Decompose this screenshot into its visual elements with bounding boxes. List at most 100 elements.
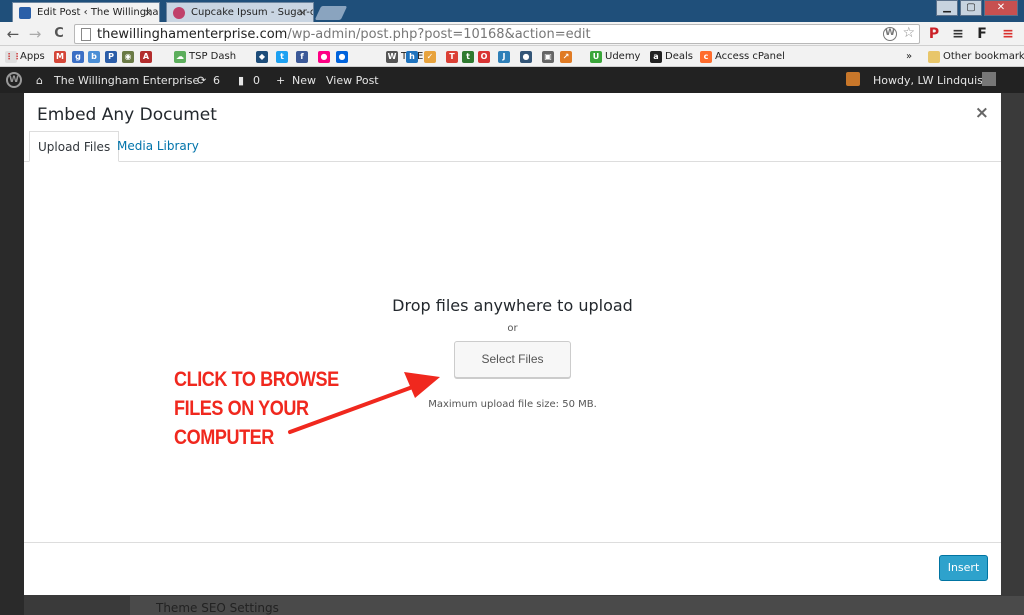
select-files-button[interactable]: Select Files xyxy=(454,341,571,378)
bookmark-item[interactable]: ● xyxy=(336,49,348,64)
facebook-icon: f xyxy=(296,50,308,63)
flickr-icon: ● xyxy=(318,50,330,63)
bookmark-item[interactable]: b xyxy=(88,49,100,64)
bookmark-item[interactable]: c Access cPanel xyxy=(700,49,785,64)
bing-icon: b xyxy=(88,50,100,63)
bookmark-item[interactable]: M xyxy=(54,49,66,64)
url-text[interactable]: thewillinghamenterprise.com/wp-admin/pos… xyxy=(97,27,591,42)
cpanel-icon: c xyxy=(700,50,712,63)
avatar[interactable] xyxy=(982,72,996,86)
window-controls: ▁ ▢ ✕ xyxy=(936,0,1018,16)
comments-icon[interactable]: ▮ xyxy=(238,74,244,87)
comments-count[interactable]: 0 xyxy=(253,74,260,87)
annotation-line-2: FILES ON YOUR xyxy=(174,397,309,420)
bookmark-item[interactable]: t xyxy=(276,49,288,64)
forward-button[interactable]: → xyxy=(26,25,44,43)
w-icon: W xyxy=(386,50,398,63)
annotation-callout: CLICK TO BROWSE FILES ON YOUR COMPUTER xyxy=(174,365,339,452)
bookmark-label: Access cPanel xyxy=(715,51,785,62)
camera-icon: ◉ xyxy=(122,50,134,63)
buffer-icon[interactable]: ≡ xyxy=(950,26,966,42)
back-button[interactable]: ← xyxy=(4,25,22,43)
bookmark-item[interactable]: ● xyxy=(520,49,532,64)
h-icon: h xyxy=(406,50,418,63)
bookmark-item[interactable]: O xyxy=(478,49,490,64)
bookmark-item[interactable]: U Udemy xyxy=(590,49,640,64)
home-icon: ⌂ xyxy=(36,74,43,87)
tab-media-library[interactable]: Media Library xyxy=(109,131,207,162)
annotation-line-3: COMPUTER xyxy=(174,426,274,449)
close-tab-icon[interactable]: × xyxy=(298,6,307,19)
bookmark-item[interactable]: ↗ xyxy=(560,49,572,64)
bookmark-item[interactable]: g xyxy=(72,49,84,64)
maximize-button[interactable]: ▢ xyxy=(960,0,982,16)
bookmark-label: Udemy xyxy=(605,51,641,62)
chart-icon: ↗ xyxy=(560,50,572,63)
bookmark-item[interactable]: ☁ TSP Dash xyxy=(174,49,236,64)
flickr-blue-icon: ● xyxy=(336,50,348,63)
close-modal-button[interactable]: × xyxy=(975,103,989,123)
updates-count[interactable]: 6 xyxy=(213,74,220,87)
bookmark-item[interactable]: J xyxy=(498,49,510,64)
feedly-icon[interactable]: F xyxy=(974,26,990,42)
wordpress-logo-icon[interactable]: W xyxy=(6,72,22,88)
drop-zone-or: or xyxy=(507,323,518,334)
wordpress-extension-icon[interactable]: W xyxy=(883,27,897,41)
minimize-button[interactable]: ▁ xyxy=(936,0,958,16)
bookmark-item[interactable]: A xyxy=(140,49,152,64)
bookmark-star-icon[interactable]: ☆ xyxy=(902,25,915,41)
embed-document-modal: Embed Any Documet × Upload Files Media L… xyxy=(24,93,1001,595)
bookmark-item[interactable]: ● xyxy=(318,49,330,64)
twitter-icon: t xyxy=(276,50,288,63)
bookmark-label: TSP Dash xyxy=(189,51,237,62)
cupcake-favicon-icon xyxy=(173,7,185,19)
new-plus-icon[interactable]: + xyxy=(276,74,285,87)
site-name-link[interactable]: The Willingham Enterprise xyxy=(54,74,199,87)
tab-cupcake-ipsum[interactable]: Cupcake Ipsum - Sugar-co × xyxy=(166,2,314,22)
admin-sidebar-dimmed xyxy=(0,93,24,615)
address-bar[interactable]: thewillinghamenterprise.com/wp-admin/pos… xyxy=(74,24,920,44)
bookmark-item[interactable]: a Deals xyxy=(650,49,693,64)
folder-icon xyxy=(928,50,940,63)
new-content-link[interactable]: New xyxy=(292,74,316,87)
todoist-icon: T xyxy=(446,50,458,63)
browser-toolbar: ← → C thewillinghamenterprise.com/wp-adm… xyxy=(0,22,1024,46)
tab-title: Edit Post ‹ The Willingham xyxy=(37,7,160,18)
page-icon xyxy=(81,28,91,41)
new-tab-button[interactable] xyxy=(314,6,348,20)
tab-edit-post[interactable]: Edit Post ‹ The Willingham × xyxy=(12,2,160,22)
apps-bookmark[interactable]: ⋮⋮ Apps xyxy=(5,49,45,64)
bookmark-item[interactable]: ▣ xyxy=(542,49,554,64)
opera-icon: O xyxy=(478,50,490,63)
bookmark-item[interactable]: f xyxy=(296,49,308,64)
bookmark-item[interactable]: P xyxy=(105,49,117,64)
browser-tab-strip: Edit Post ‹ The Willingham × Cupcake Ips… xyxy=(0,0,1024,22)
bookmark-item[interactable]: ✓ xyxy=(424,49,436,64)
pinterest-icon[interactable]: P xyxy=(926,26,942,42)
reload-button[interactable]: C xyxy=(50,25,68,43)
bookmarks-overflow[interactable]: » xyxy=(906,49,912,64)
max-upload-size: Maximum upload file size: 50 MB. xyxy=(428,399,597,410)
insert-button[interactable]: Insert xyxy=(939,555,988,581)
updates-icon[interactable]: ⟳ xyxy=(197,74,206,87)
bookmark-item[interactable]: ◆ xyxy=(256,49,268,64)
udemy-icon: U xyxy=(590,50,602,63)
bookmark-item[interactable]: T xyxy=(446,49,458,64)
bookmark-item[interactable]: ◉ xyxy=(122,49,134,64)
close-window-button[interactable]: ✕ xyxy=(984,0,1018,16)
pinboard-icon: t xyxy=(462,50,474,63)
bookmarks-bar: ⋮⋮ Apps MgbP◉A☁TSP Dash◆tf●●WTWEh✓TtOJ●▣… xyxy=(0,46,1024,67)
google-plus-icon: g xyxy=(72,50,84,63)
other-bookmarks[interactable]: Other bookmarks xyxy=(928,49,1024,64)
apps-grid-icon: ⋮⋮ xyxy=(5,50,21,63)
bookmark-item[interactable]: t xyxy=(462,49,474,64)
bookmark-item[interactable]: h xyxy=(406,49,418,64)
tab-upload-files[interactable]: Upload Files xyxy=(29,131,120,162)
howdy-user-link[interactable]: Howdy, LW Lindquist xyxy=(873,74,987,87)
check-icon: ✓ xyxy=(424,50,436,63)
menu-icon[interactable]: ≡ xyxy=(1000,26,1016,42)
amazon-icon: a xyxy=(650,50,662,63)
view-post-link[interactable]: View Post xyxy=(326,74,379,87)
plugin-notice-icon[interactable] xyxy=(846,72,860,86)
close-tab-icon[interactable]: × xyxy=(144,6,153,19)
